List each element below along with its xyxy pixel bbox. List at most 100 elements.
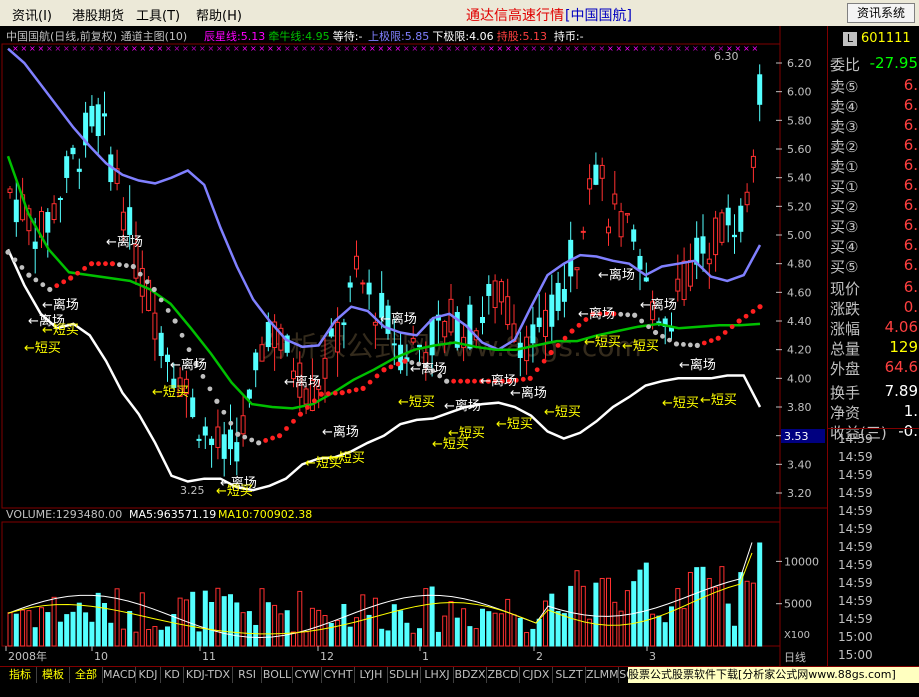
price-tick-label: 5.20 (787, 200, 812, 213)
volume-bar (461, 608, 467, 647)
signal-cross: × (633, 44, 640, 53)
signal-cross: × (335, 44, 342, 53)
chenxing-dot (451, 378, 457, 384)
indicator-3: 上极限:5.85 (368, 29, 429, 43)
volume-bar (599, 577, 605, 647)
date-tick-label: 2008年 (8, 649, 47, 663)
menu-item-help[interactable]: 帮助(H) (196, 5, 242, 24)
menu-item-hk-futures[interactable]: 港股期货 (72, 5, 124, 24)
tab-cyw[interactable]: CYW (293, 667, 322, 683)
signal-cross: × (191, 44, 198, 53)
quote-row-label: 买① (830, 178, 859, 196)
candle-body (738, 205, 744, 232)
signal-label: ←短买 (42, 323, 79, 338)
volume-bar (335, 619, 341, 647)
candle-body (498, 281, 504, 303)
volume-bar (700, 566, 706, 647)
quote-row: 买⑤ 6. (828, 256, 919, 276)
volume-bar (183, 599, 189, 647)
chenxing-dot (632, 312, 638, 318)
tab-zlmm[interactable]: ZLMM (586, 667, 619, 683)
volume-bar (26, 610, 32, 647)
chenxing-dot (367, 379, 373, 385)
tab-模板[interactable]: 模板 (37, 667, 70, 683)
volume-bar (675, 588, 681, 647)
tab-cyht[interactable]: CYHT (322, 667, 355, 683)
volume-bar (574, 570, 580, 647)
quote-row-label: 买③ (830, 218, 859, 236)
stock-chart[interactable]: 中国国航(日线,前复权) 通道主图(10) 辰星线:5.13 牵牛线:4.95 等待… (0, 26, 827, 666)
candle-body (146, 279, 152, 311)
chenxing-dot (172, 318, 178, 324)
signal-cross: × (539, 44, 546, 53)
signal-cross: × (667, 44, 674, 53)
signal-label: ←短买 (496, 417, 533, 432)
tab-指标[interactable]: 指标 (4, 667, 37, 683)
candle-body (618, 211, 624, 238)
volume-bar (70, 611, 76, 647)
tab-cjdx[interactable]: CJDX (520, 667, 553, 683)
chenxing-dot (19, 265, 25, 270)
menu-item-tools[interactable]: 工具(T) (136, 5, 180, 24)
quote-row-label: 买④ (830, 238, 859, 256)
tab-bdzx[interactable]: BDZX (454, 667, 487, 683)
candle-body (64, 156, 70, 178)
quote-row-label: 卖④ (830, 98, 859, 116)
info-system-button[interactable]: 资讯系统 (847, 3, 915, 23)
ad-banner[interactable]: 股票公式股票软件下载[分析家公式网www.88gs.com] (628, 667, 919, 683)
tab-zbcd[interactable]: ZBCD (487, 667, 520, 683)
candle-body (555, 282, 561, 311)
chenxing-dot (214, 398, 220, 404)
chenxing-dot (109, 261, 116, 267)
volume-bar (505, 598, 511, 647)
chenxing-dot (165, 308, 171, 313)
candle-body (725, 207, 731, 226)
signal-cross: × (641, 44, 648, 53)
chenxing-dot (687, 342, 693, 348)
signal-cross: × (327, 44, 334, 53)
quote-row-label: 卖① (830, 158, 859, 176)
quote-row: 卖③ 6. (828, 116, 919, 136)
volume-bar (13, 613, 19, 647)
tick-time: 14:59 (838, 594, 873, 608)
chenxing-dot (325, 391, 331, 397)
volume-bar (209, 601, 215, 647)
signal-cross: × (522, 44, 529, 53)
tab-rsi[interactable]: RSI (233, 667, 262, 683)
tab-kdj-tdx[interactable]: KDJ-TDX (184, 667, 233, 683)
tab-lyjh[interactable]: LYJH (355, 667, 388, 683)
volume-bar (549, 593, 555, 647)
quote-row-value: 6. (903, 116, 918, 134)
tab-sdlh[interactable]: SDLH (388, 667, 421, 683)
tab-boll[interactable]: BOLL (262, 667, 293, 683)
volume-bar (83, 612, 89, 647)
volume-bar (498, 613, 504, 647)
signal-cross: × (650, 44, 657, 53)
signal-label: ←离场 (284, 374, 321, 390)
chenxing-dot (534, 367, 540, 373)
signal-label: ←短买 (328, 451, 365, 466)
candle-body (757, 74, 763, 105)
signal-cross: × (63, 44, 70, 53)
quote-side-panel: L 601111 委比 -27.95 卖⑤ 6. 卖④ 6. 卖③ 6. 卖② 6. 卖① 6. 买① 6… (827, 26, 919, 680)
chenxing-dot (297, 411, 304, 417)
tab-全部[interactable]: 全部 (70, 667, 103, 683)
signal-cross: × (310, 44, 317, 53)
chenxing-dot (736, 318, 742, 324)
tab-slzt[interactable]: SLZT (553, 667, 586, 683)
tab-kd[interactable]: KD (161, 667, 184, 683)
candle-body (228, 429, 233, 450)
high-price-label: 6.30 (714, 50, 739, 63)
price-tick-label: 4.20 (787, 344, 812, 357)
signal-cross: × (582, 44, 589, 53)
price-tick-label: 5.60 (787, 143, 812, 156)
menu-item-info[interactable]: 资讯(I) (12, 5, 52, 24)
chenxing-dot (26, 272, 32, 278)
tab-macd[interactable]: MACD (103, 667, 136, 683)
chenxing-dot (54, 283, 60, 289)
signal-cross: × (89, 44, 96, 53)
tab-kdj[interactable]: KDJ (136, 667, 161, 683)
signal-cross: × (658, 44, 665, 53)
tab-lhxj[interactable]: LHXJ (421, 667, 454, 683)
signal-cross: × (480, 44, 487, 53)
